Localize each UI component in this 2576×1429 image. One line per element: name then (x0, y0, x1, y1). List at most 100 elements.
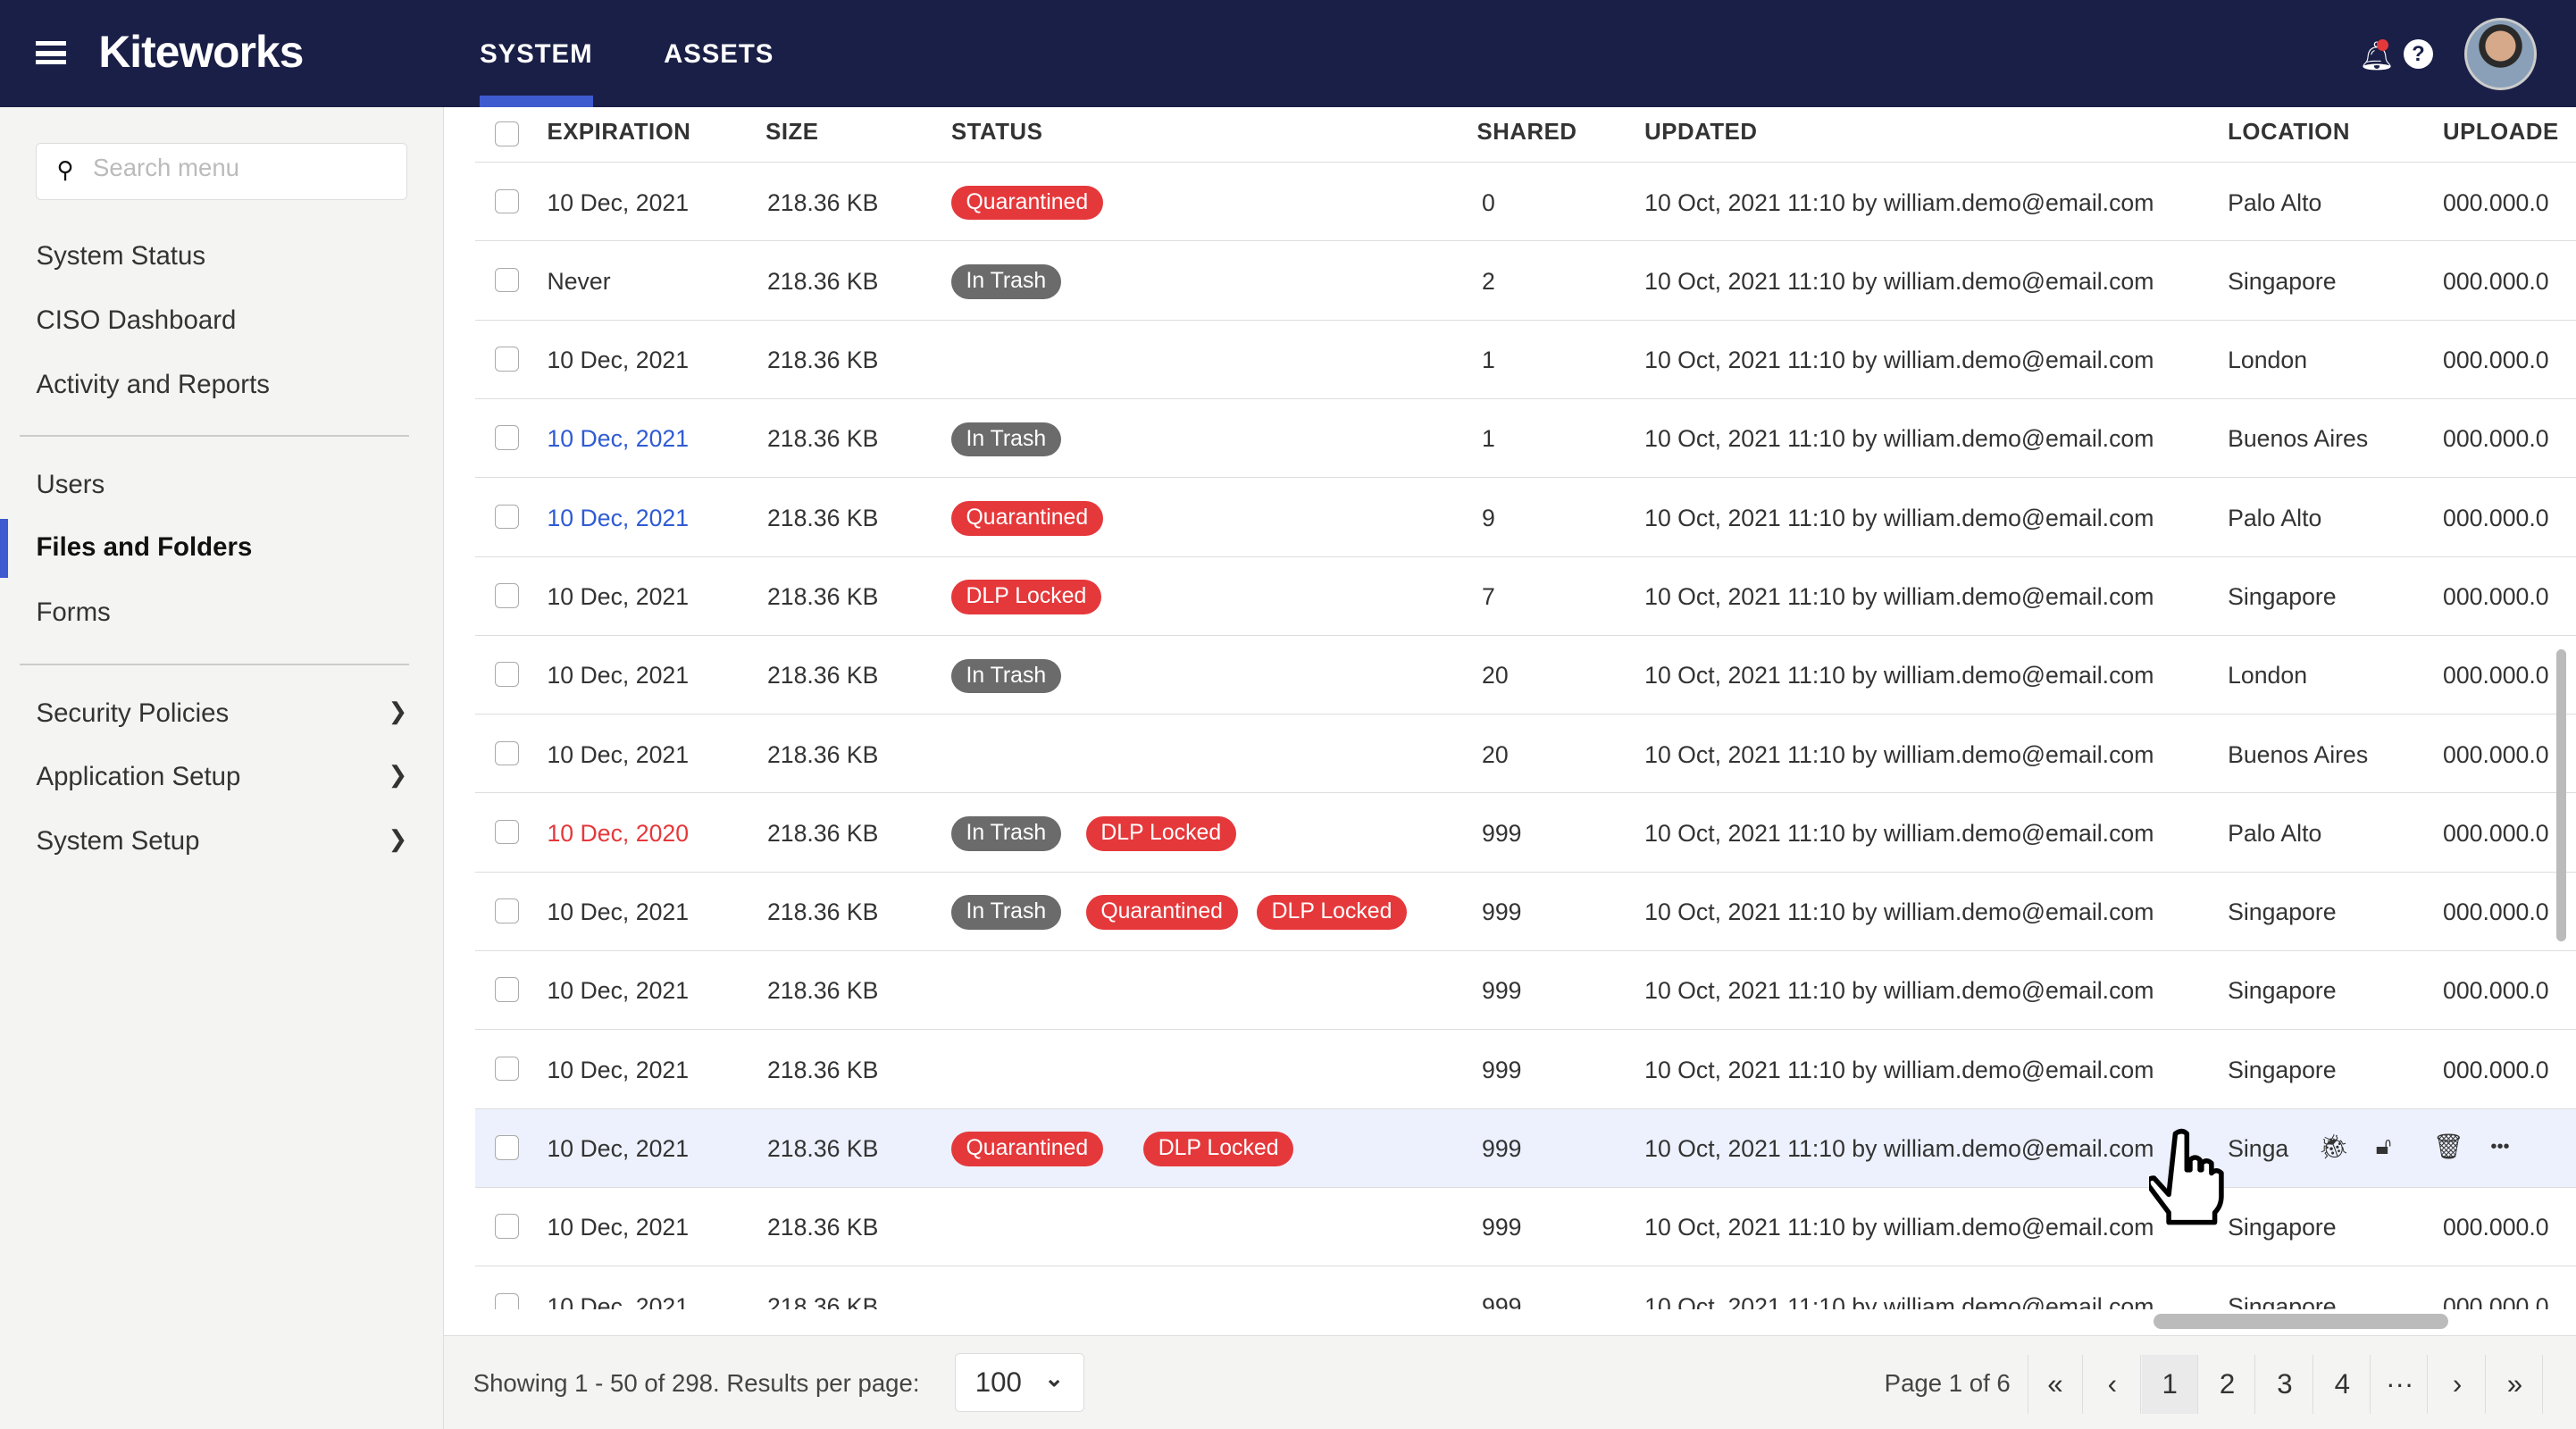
table-row[interactable]: 10 Dec, 2021 218.36 KB 999 10 Oct, 2021 11:… (474, 1188, 2576, 1267)
size-cell: 218.36 KB (766, 188, 879, 216)
updated-cell: 10 Oct, 2021 11:10 by william.demo@email… (1644, 1056, 2154, 1083)
sidebar: ⚲ System Status CISO Dashboard Activity … (0, 106, 444, 1429)
row-checkbox[interactable] (494, 898, 520, 923)
col-expiration[interactable]: EXPIRATION (547, 120, 690, 146)
results-summary: Showing 1 - 50 of 298. Results per page: (473, 1369, 920, 1398)
help-icon[interactable]: ? (2403, 39, 2433, 70)
table-row[interactable]: 10 Dec, 2021 218.36 KB 999 10 Oct, 2021 11:… (474, 951, 2576, 1031)
row-checkbox[interactable] (494, 582, 520, 608)
row-checkbox[interactable] (494, 662, 520, 687)
sidebar-item-application-setup[interactable]: Application Setup ❯ (36, 762, 407, 792)
status-badge: Quarantined (950, 1132, 1103, 1166)
prev-page-button[interactable]: ‹ (2085, 1354, 2141, 1414)
table-row[interactable]: 10 Dec, 2020 218.36 KB In Trash DLP Locked 9… (474, 793, 2576, 873)
search-input[interactable] (92, 154, 389, 183)
uploaded-cell: 000.000.0 (2443, 425, 2549, 453)
tab-system[interactable]: SYSTEM (480, 39, 593, 109)
location-cell: Palo Alto (2228, 819, 2322, 847)
table-row[interactable]: 10 Dec, 2021 218.36 KB In Trash 20 10 Oct, 2… (474, 636, 2576, 715)
table-row[interactable]: 10 Dec, 2021 218.36 KB DLP Locked 7 10 Oct, … (474, 557, 2576, 636)
horizontal-scrollbar[interactable] (2154, 1314, 2448, 1329)
page-4[interactable]: 4 (2315, 1354, 2371, 1414)
expiration-cell: 10 Dec, 2021 (547, 1292, 690, 1309)
updated-cell: 10 Oct, 2021 11:10 by william.demo@email… (1644, 1292, 2154, 1309)
label: Security Policies (36, 698, 230, 728)
table-row[interactable]: 10 Dec, 2021 218.36 KB 1 10 Oct, 2021 11:10… (474, 321, 2576, 399)
uploaded-cell: 000.000.0 (2443, 582, 2549, 610)
sidebar-item-users[interactable]: Users (36, 470, 407, 500)
col-location[interactable]: LOCATION (2228, 120, 2350, 146)
status-badge: In Trash (950, 816, 1061, 851)
row-checkbox[interactable] (494, 347, 520, 372)
table-row[interactable]: 10 Dec, 2021 218.36 KB 999 10 Oct, 2021 11:… (474, 1030, 2576, 1109)
search-icon: ⚲ (56, 157, 74, 183)
table-row[interactable]: 10 Dec, 2021 218.36 KB Quarantined 9 10 Oct,… (474, 478, 2576, 557)
last-page-button[interactable]: » (2488, 1354, 2544, 1414)
location-cell: London (2228, 662, 2308, 689)
col-updated[interactable]: UPDATED (1644, 120, 1757, 146)
page-3[interactable]: 3 (2257, 1354, 2313, 1414)
row-checkbox[interactable] (494, 504, 520, 530)
page-2[interactable]: 2 (2200, 1354, 2256, 1414)
col-size[interactable]: SIZE (765, 120, 818, 146)
select-all-checkbox[interactable] (494, 121, 520, 146)
table-row[interactable]: Never 218.36 KB In Trash 2 10 Oct, 2021 11:1… (474, 241, 2576, 321)
logo[interactable]: Kiteworks (98, 26, 304, 78)
sidebar-item-activity-reports[interactable]: Activity and Reports (36, 370, 407, 400)
table-row[interactable]: 10 Dec, 2021 218.36 KB In Trash Quarantined… (474, 873, 2576, 951)
expiration-cell: 10 Dec, 2021 (547, 740, 690, 768)
col-shared[interactable]: SHARED (1477, 120, 1577, 146)
col-status[interactable]: STATUS (951, 120, 1043, 146)
sidebar-item-forms[interactable]: Forms (36, 598, 407, 628)
uploaded-cell: 000.000.0 (2443, 819, 2549, 847)
uploaded-cell: 000.000.0 (2443, 267, 2549, 295)
table-row[interactable]: 10 Dec, 2021 218.36 KB 999 10 Oct, 2021 11:… (475, 1266, 2576, 1309)
table-row[interactable]: 10 Dec, 2021 218.36 KB Quarantined 0 10 Oct,… (474, 163, 2576, 242)
per-page-select[interactable]: 100 ⌄ (954, 1352, 1084, 1412)
divider (20, 664, 409, 665)
updated-cell: 10 Oct, 2021 11:10 by william.demo@email… (1644, 898, 2154, 926)
row-checkbox[interactable] (494, 1292, 520, 1309)
tab-assets[interactable]: ASSETS (664, 39, 774, 70)
label: Application Setup (36, 762, 241, 792)
hand-cursor-icon (2148, 1128, 2224, 1225)
more-icon[interactable]: ••• (2490, 1137, 2509, 1157)
sidebar-item-files-folders[interactable]: Files and Folders (36, 532, 407, 563)
row-checkbox[interactable] (494, 188, 520, 214)
trash-icon[interactable]: 🗑︎ (2433, 1132, 2464, 1161)
col-uploaded[interactable]: UPLOADE (2443, 120, 2559, 146)
row-checkbox[interactable] (494, 819, 520, 845)
page-1[interactable]: 1 (2142, 1354, 2198, 1414)
sidebar-item-security-policies[interactable]: Security Policies ❯ (36, 698, 407, 729)
unlock-icon[interactable]: 🔓︎ (2376, 1132, 2392, 1161)
expiration-cell: 10 Dec, 2021 (547, 662, 690, 689)
bug-icon[interactable]: 🐞︎ (2318, 1132, 2349, 1161)
search-menu[interactable]: ⚲ (36, 143, 408, 201)
vertical-scrollbar[interactable] (2555, 648, 2566, 941)
row-checkbox[interactable] (494, 1056, 520, 1082)
row-checkbox[interactable] (494, 1214, 520, 1239)
chevron-right-icon: ❯ (388, 763, 408, 789)
row-checkbox[interactable] (494, 1134, 520, 1160)
row-checkbox[interactable] (494, 425, 520, 450)
first-page-button[interactable]: « (2027, 1354, 2084, 1414)
divider (20, 435, 409, 438)
row-checkbox[interactable] (494, 740, 520, 766)
more-pages[interactable]: ··· (2372, 1354, 2429, 1414)
uploaded-cell: 000.000.0 (2443, 1214, 2549, 1241)
next-page-button[interactable]: › (2430, 1354, 2486, 1414)
status-badge: DLP Locked (1143, 1132, 1294, 1166)
table-row[interactable]: 10 Dec, 2021 218.36 KB In Trash 1 10 Oct, 20… (474, 399, 2576, 479)
table-row[interactable]: 10 Dec, 2021 218.36 KB Quarantined DLP Lock… (474, 1108, 2576, 1188)
uploaded-cell: 000.000.0 (2443, 1056, 2549, 1083)
sidebar-item-ciso-dashboard[interactable]: CISO Dashboard (36, 305, 407, 336)
avatar[interactable] (2463, 18, 2537, 91)
row-checkbox[interactable] (494, 977, 520, 1002)
sidebar-item-system-status[interactable]: System Status (36, 241, 407, 272)
size-cell: 218.36 KB (766, 819, 879, 847)
sidebar-item-system-setup[interactable]: System Setup ❯ (36, 826, 407, 857)
row-checkbox[interactable] (494, 267, 520, 293)
menu-icon[interactable] (36, 40, 66, 64)
table-row[interactable]: 10 Dec, 2021 218.36 KB 20 10 Oct, 2021 11:1… (474, 714, 2576, 794)
uploaded-cell: 000.000.0 (2443, 188, 2549, 216)
